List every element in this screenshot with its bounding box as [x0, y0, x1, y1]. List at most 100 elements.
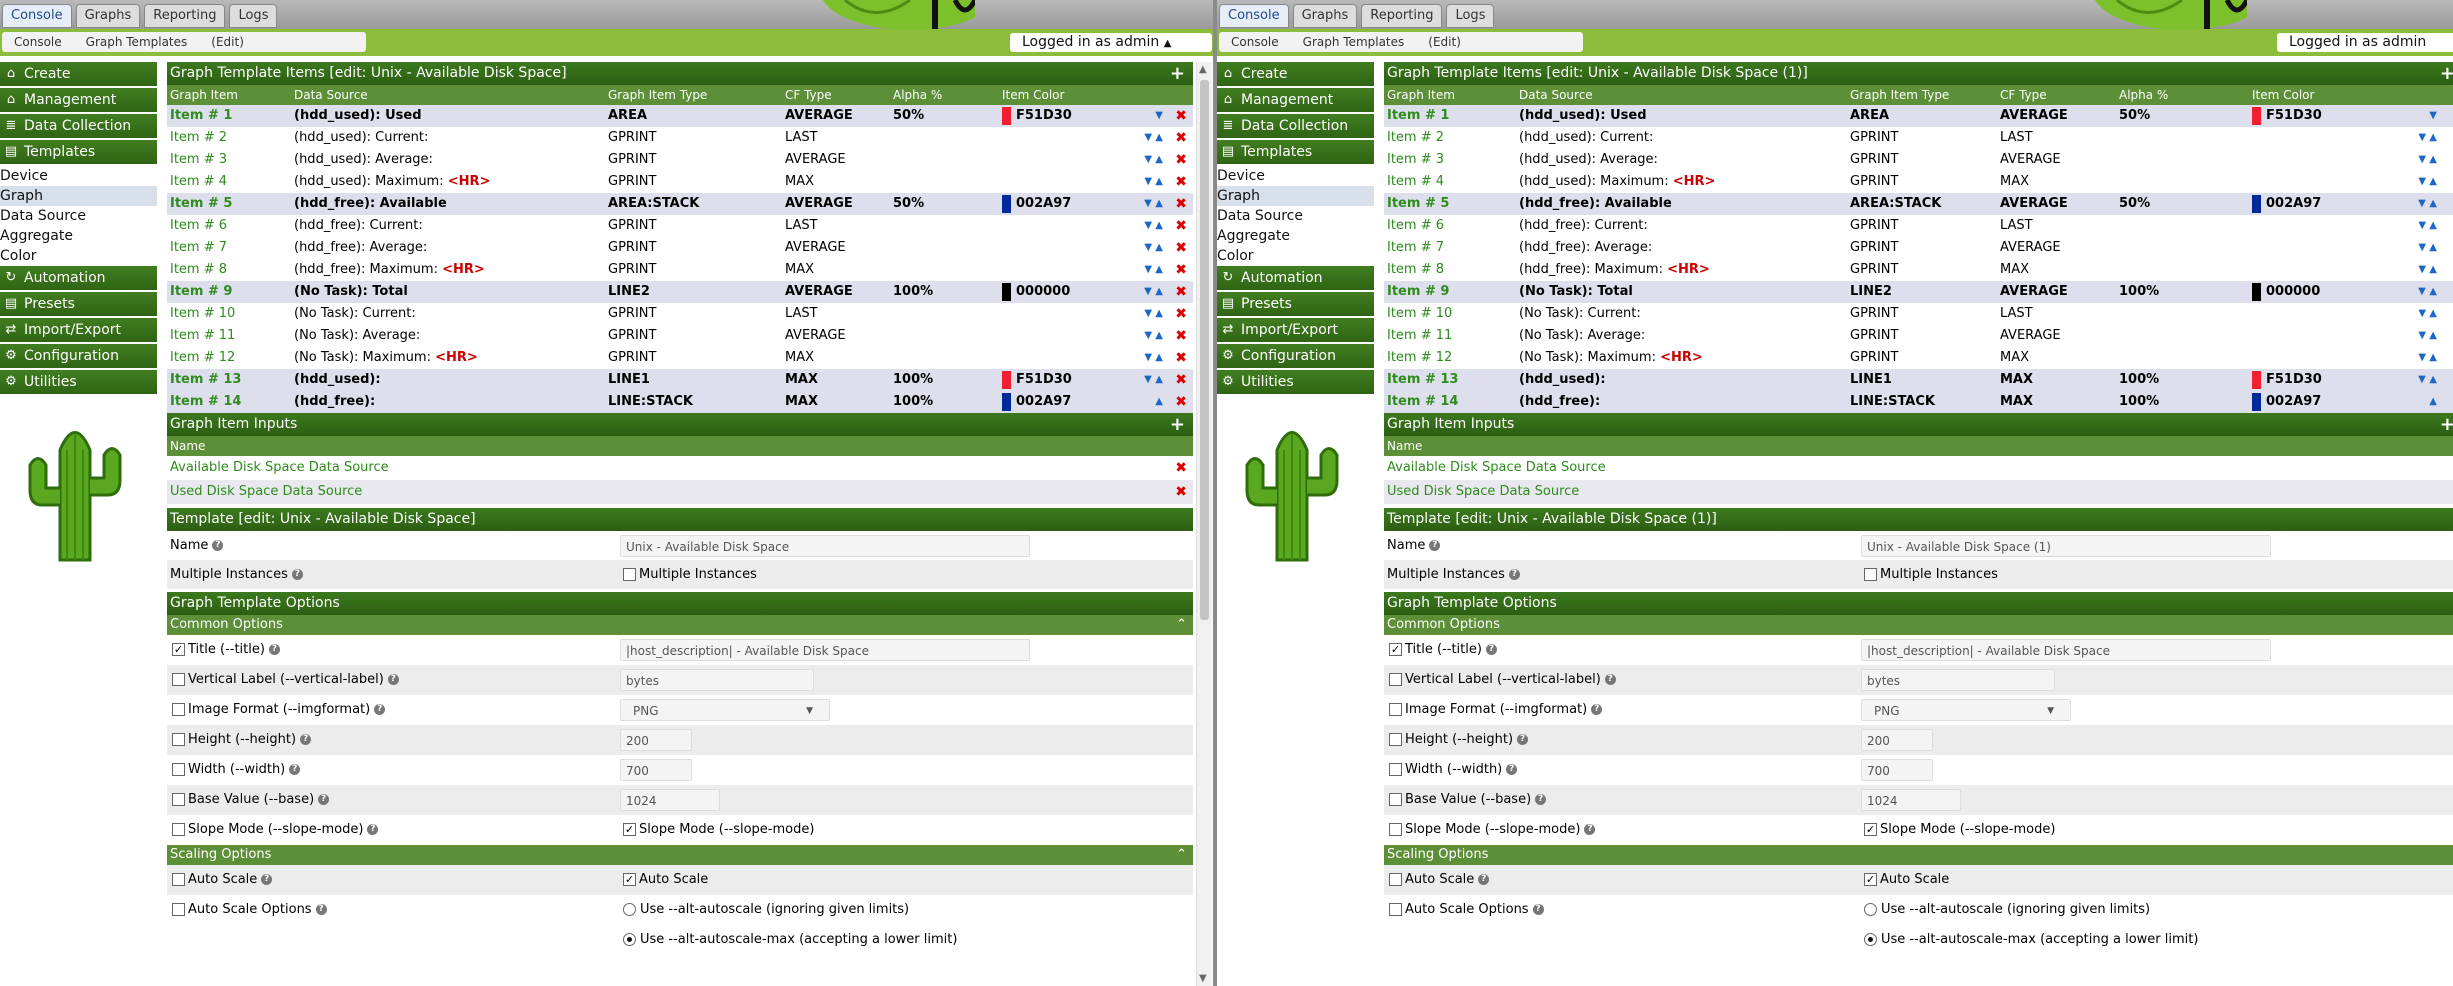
help-icon[interactable]: ? [261, 874, 273, 885]
delete-icon[interactable]: ✖ [1175, 105, 1187, 127]
login-status[interactable]: Logged in as admin [2277, 33, 2453, 52]
tab-logs[interactable]: Logs [229, 4, 278, 28]
move-down-icon[interactable]: ▼ [2429, 110, 2437, 121]
scroll-down-icon[interactable]: ▼ [1199, 973, 1207, 984]
item-link[interactable]: Item # 2 [170, 127, 227, 149]
move-down-icon[interactable]: ▼ [1144, 286, 1152, 297]
autoscale-value-checkbox[interactable]: ✓ [1864, 873, 1877, 886]
autoscale-checkbox[interactable] [172, 873, 185, 886]
autoscale-options-checkbox[interactable] [1389, 903, 1402, 916]
scaling-options-header[interactable]: Scaling Options ⌃ [167, 845, 1193, 865]
table-row[interactable]: Item # 12 (No Task): Maximum: <HR> GPRINT M… [167, 347, 1193, 369]
imgformat-checkbox[interactable] [1389, 703, 1402, 716]
move-down-icon[interactable]: ▼ [1144, 352, 1152, 363]
move-up-icon[interactable]: ▲ [1152, 264, 1163, 275]
sidebar-group-templates[interactable]: ▤ Templates [1217, 140, 1374, 164]
table-row[interactable]: Item # 4 (hdd_used): Maximum: <HR> GPRINT M… [167, 171, 1193, 193]
item-link[interactable]: Item # 11 [170, 325, 235, 347]
height-input[interactable]: 200 [620, 729, 692, 751]
tab-console[interactable]: Console [2, 4, 72, 28]
width-input[interactable]: 700 [1861, 759, 1933, 781]
alt-autoscale-radio[interactable] [623, 903, 636, 916]
collapse-icon[interactable]: ⌃ [1176, 615, 1187, 635]
sidebar-group-import-export[interactable]: ⇄ Import/Export [1217, 318, 1374, 342]
column-header[interactable]: Item Color [2252, 85, 2314, 105]
move-up-icon[interactable]: ▲ [2426, 242, 2437, 253]
sidebar-group-configuration[interactable]: ⚙ Configuration [0, 344, 157, 368]
delete-icon[interactable]: ✖ [1175, 281, 1187, 303]
delete-icon[interactable]: ✖ [1175, 369, 1187, 391]
autoscale-checkbox[interactable] [1389, 873, 1402, 886]
crumb-graph-templates[interactable]: Graph Templates [1303, 35, 1405, 49]
vlabel-input[interactable]: bytes [1861, 669, 2055, 691]
column-header[interactable]: Graph Item [1387, 85, 1455, 105]
item-link[interactable]: Item # 5 [170, 193, 232, 215]
item-link[interactable]: Item # 1 [1387, 105, 1449, 127]
move-down-icon[interactable]: ▼ [2418, 286, 2426, 297]
table-row[interactable]: Item # 14 (hdd_free): LINE:STACK MAX 100% 002… [1384, 391, 2453, 413]
table-row[interactable]: Item # 12 (No Task): Maximum: <HR> GPRINT M… [1384, 347, 2453, 369]
help-icon[interactable]: ? [387, 674, 399, 685]
table-row[interactable]: Item # 7 (hdd_free): Average: GPRINT AVERAG… [167, 237, 1193, 259]
help-icon[interactable]: ? [289, 764, 301, 775]
imgformat-checkbox[interactable] [172, 703, 185, 716]
sidebar-item-device[interactable]: Device [1217, 166, 1374, 186]
multi-checkbox[interactable] [623, 568, 636, 581]
sidebar-item-data-source[interactable]: Data Source [0, 206, 157, 226]
move-down-icon[interactable]: ▼ [1144, 176, 1152, 187]
sidebar-group-presets[interactable]: ▤ Presets [1217, 292, 1374, 316]
help-icon[interactable]: ? [1584, 824, 1596, 835]
move-down-icon[interactable]: ▼ [1144, 374, 1152, 385]
item-link[interactable]: Item # 6 [1387, 215, 1444, 237]
title-checkbox[interactable]: ✓ [172, 643, 185, 656]
tab-reporting[interactable]: Reporting [1361, 4, 1443, 28]
delete-icon[interactable]: ✖ [1175, 171, 1187, 193]
help-icon[interactable]: ? [1517, 734, 1529, 745]
sidebar-group-templates[interactable]: ▤ Templates [0, 140, 157, 164]
table-row[interactable]: Item # 8 (hdd_free): Maximum: <HR> GPRINT M… [1384, 259, 2453, 281]
column-header[interactable]: CF Type [2000, 85, 2047, 105]
table-row[interactable]: Item # 11 (No Task): Average: GPRINT AVERAG… [1384, 325, 2453, 347]
table-row[interactable]: Item # 13 (hdd_used): LINE1 MAX 100% F51D30 ▼ … [167, 369, 1193, 391]
help-icon[interactable]: ? [291, 569, 303, 580]
autoscale-value-checkbox[interactable]: ✓ [623, 873, 636, 886]
sidebar-group-presets[interactable]: ▤ Presets [0, 292, 157, 316]
imgformat-select[interactable]: PNG ▼ [1861, 699, 2071, 721]
slope-checkbox[interactable] [1389, 823, 1402, 836]
table-row[interactable]: Item # 2 (hdd_used): Current: GPRINT LAST ▼ … [1384, 127, 2453, 149]
table-row[interactable]: Item # 2 (hdd_used): Current: GPRINT LAST ▼ … [167, 127, 1193, 149]
item-link[interactable]: Item # 4 [1387, 171, 1444, 193]
input-link[interactable]: Available Disk Space Data Source [1387, 456, 1606, 480]
help-icon[interactable]: ? [1508, 569, 1520, 580]
sidebar-group-management[interactable]: ⌂ Management [0, 88, 157, 112]
delete-icon[interactable]: ✖ [1175, 456, 1187, 480]
move-down-icon[interactable]: ▼ [2418, 220, 2426, 231]
table-row[interactable]: Item # 3 (hdd_used): Average: GPRINT AVERAG… [1384, 149, 2453, 171]
move-down-icon[interactable]: ▼ [2418, 132, 2426, 143]
add-input-icon[interactable]: + [1170, 413, 1185, 436]
scaling-options-header[interactable]: Scaling Options [1384, 845, 2453, 865]
crumb-console[interactable]: Console [1231, 35, 1279, 49]
alt-autoscale-max-radio[interactable] [623, 933, 636, 946]
table-row[interactable]: Item # 4 (hdd_used): Maximum: <HR> GPRINT M… [1384, 171, 2453, 193]
sidebar-item-aggregate[interactable]: Aggregate [1217, 226, 1374, 246]
table-row[interactable]: Item # 9 (No Task): Total LINE2 AVERAGE 100%… [167, 281, 1193, 303]
item-link[interactable]: Item # 12 [1387, 347, 1452, 369]
sidebar-group-utilities[interactable]: ⚙ Utilities [1217, 370, 1374, 394]
name-input[interactable]: Unix - Available Disk Space (1) [1861, 535, 2271, 557]
item-link[interactable]: Item # 13 [1387, 369, 1458, 391]
alt-autoscale-radio[interactable] [1864, 903, 1877, 916]
item-link[interactable]: Item # 9 [170, 281, 232, 303]
common-options-header[interactable]: Common Options [1384, 615, 2453, 635]
help-icon[interactable]: ? [212, 540, 224, 551]
delete-icon[interactable]: ✖ [1175, 347, 1187, 369]
table-row[interactable]: Item # 1 (hdd_used): Used AREA AVERAGE 50% F5… [1384, 105, 2453, 127]
sidebar-group-data-collection[interactable]: ≣ Data Collection [0, 114, 157, 138]
help-icon[interactable]: ? [1591, 704, 1603, 715]
delete-icon[interactable]: ✖ [1175, 193, 1187, 215]
move-up-icon[interactable]: ▲ [2426, 330, 2437, 341]
move-down-icon[interactable]: ▼ [1144, 132, 1152, 143]
move-up-icon[interactable]: ▲ [1152, 330, 1163, 341]
input-link[interactable]: Used Disk Space Data Source [1387, 480, 1579, 504]
item-link[interactable]: Item # 7 [1387, 237, 1444, 259]
